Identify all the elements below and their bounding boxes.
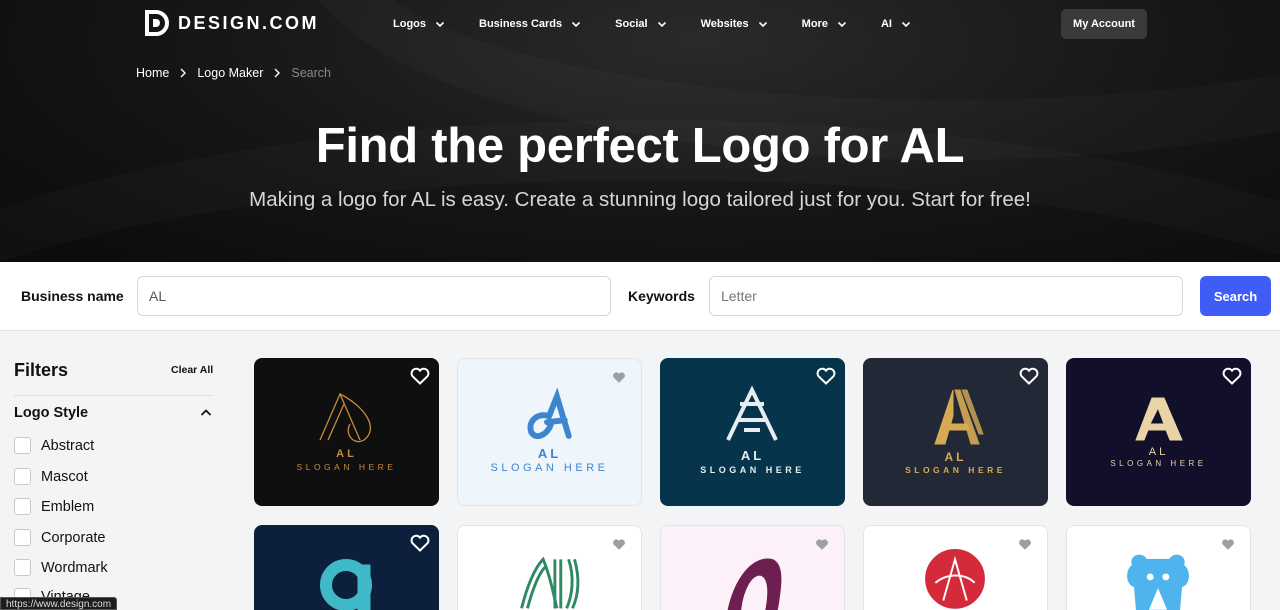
breadcrumb-home[interactable]: Home [136,66,169,80]
filters-sidebar: Filters Clear All Logo Style Abstract Ma… [0,331,230,610]
my-account-button[interactable]: My Account [1061,9,1147,39]
business-name-input[interactable] [137,276,611,316]
chevron-down-icon [572,21,581,28]
breadcrumb: Home Logo Maker Search [136,66,331,80]
logo-card-name: AL [740,448,765,463]
nav-logos[interactable]: Logos [393,14,445,34]
nav-more[interactable]: More [802,14,847,34]
logo-card-slogan: SLOGAN HERE [1110,459,1207,468]
clear-all-button[interactable]: Clear All [171,364,213,376]
logo-card-name: AL [944,450,967,464]
brand-logo[interactable]: DESIGN.COM [144,9,319,37]
page-title: Find the perfect Logo for AL [315,119,965,173]
nav-social[interactable]: Social [615,14,666,34]
nav-websites[interactable]: Websites [701,14,768,34]
favorite-heart-icon[interactable] [815,538,829,551]
checkbox[interactable] [14,559,31,576]
breadcrumb-logo-maker[interactable]: Logo Maker [197,66,263,80]
logo-card-name: AL [1148,446,1169,458]
logo-card-name: AL [336,448,357,460]
logo-card[interactable]: AL SLOGAN HERE [863,358,1048,506]
filter-option-label: Emblem [41,498,95,515]
checkbox[interactable] [14,468,31,485]
keywords-input[interactable] [709,276,1183,316]
logo-card[interactable]: AL SLOGAN HERE [660,358,845,506]
favorite-heart-icon[interactable] [1222,367,1242,385]
checkbox[interactable] [14,437,31,454]
nav-label: More [801,18,828,30]
logo-style-group-title: Logo Style [14,405,89,421]
chevron-right-icon [180,68,187,78]
logo-card-name: AL [537,446,562,461]
logo-card[interactable] [863,525,1048,610]
chevron-down-icon [758,21,767,28]
chevron-up-icon[interactable] [200,407,212,419]
nav-label: Websites [700,18,749,30]
filter-option-corporate[interactable]: Corporate [14,529,105,546]
breadcrumb-current: Search [291,66,331,80]
chevron-down-icon [657,21,666,28]
nav-label: AI [880,18,892,30]
favorite-heart-icon[interactable] [612,538,626,551]
logo-card[interactable]: AL SLOGAN HERE [457,358,642,506]
filter-option-wordmark[interactable]: Wordmark [14,559,108,576]
favorite-heart-icon[interactable] [410,534,430,552]
divider [14,395,213,396]
favorite-heart-icon[interactable] [1019,367,1039,385]
logo-card-slogan: SLOGAN HERE [905,465,1006,475]
filter-option-label: Wordmark [41,559,108,576]
nav-label: Business Cards [479,18,563,30]
nav-label: Social [615,18,648,30]
logo-card-slogan: SLOGAN HERE [700,465,805,475]
page-subtitle: Making a logo for AL is easy. Create a s… [249,188,1031,211]
filter-option-emblem[interactable]: Emblem [14,498,94,515]
chevron-down-icon [435,21,445,28]
logo-card-slogan: SLOGAN HERE [490,462,609,474]
logo-card-slogan: SLOGAN HERE [296,462,397,472]
search-bar: Business name Keywords Search [0,262,1280,331]
nav-ai[interactable]: AI [881,14,911,34]
filter-option-abstract[interactable]: Abstract [14,437,94,454]
status-bar-url: https://www.design.com [0,597,118,610]
logo-card[interactable] [254,525,439,610]
favorite-heart-icon[interactable] [612,371,626,384]
filter-option-label: Abstract [41,437,95,454]
checkbox[interactable] [14,529,31,546]
filters-title: Filters [14,360,69,380]
filter-option-label: Mascot [41,468,88,485]
hero-section: DESIGN.COM Logos Business Cards Social W… [0,0,1280,262]
brand-mark-icon [145,10,169,36]
filter-option-mascot[interactable]: Mascot [14,468,88,485]
chevron-down-icon [837,21,847,28]
logo-card[interactable] [1066,525,1251,610]
logo-card[interactable] [457,525,642,610]
logo-card[interactable]: AL SLOGAN HERE [254,358,439,506]
favorite-heart-icon[interactable] [410,367,430,385]
chevron-right-icon [274,68,281,78]
nav-label: Logos [393,18,426,30]
nav-business-cards[interactable]: Business Cards [479,14,581,34]
search-button[interactable]: Search [1200,276,1271,316]
brand-name: DESIGN.COM [178,12,320,33]
chevron-down-icon [901,21,911,28]
logo-card[interactable] [660,525,845,610]
business-name-label: Business name [21,288,124,304]
logo-card[interactable]: AL SLOGAN HERE [1066,358,1251,506]
filter-option-label: Corporate [41,529,106,546]
favorite-heart-icon[interactable] [1018,538,1032,551]
favorite-heart-icon[interactable] [816,367,836,385]
main-nav: Logos Business Cards Social Websites Mor… [393,14,945,34]
checkbox[interactable] [14,498,31,515]
keywords-label: Keywords [628,288,695,304]
favorite-heart-icon[interactable] [1221,538,1235,551]
